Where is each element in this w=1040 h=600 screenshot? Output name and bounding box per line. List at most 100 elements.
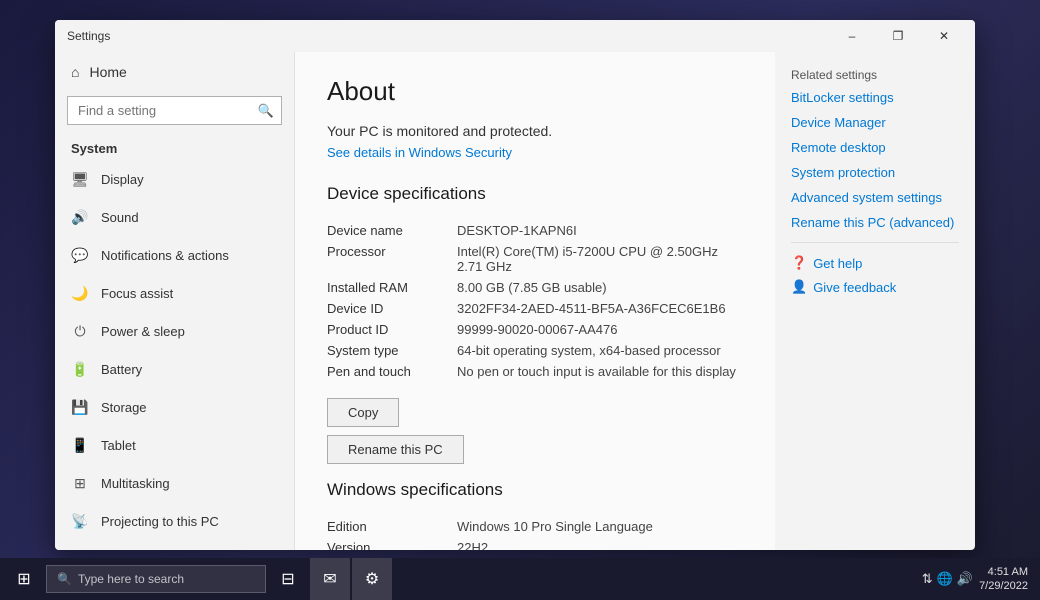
right-panel: Related settings BitLocker settings Devi… [775, 52, 975, 550]
related-settings-label: Related settings [791, 68, 959, 82]
sidebar-label-battery: Battery [101, 362, 142, 377]
storage-icon: 💾 [71, 398, 89, 416]
taskbar-time-display: 4:51 AM [979, 565, 1028, 579]
device-manager-link[interactable]: Device Manager [791, 115, 959, 130]
protection-status: Your PC is monitored and protected. [327, 123, 743, 139]
main-content: About Your PC is monitored and protected… [295, 52, 775, 550]
system-section-label: System [55, 133, 294, 160]
settings-window: Settings – ❐ ✕ ⌂ Home 🔍 System [55, 20, 975, 550]
task-view-button[interactable]: ⊟ [268, 558, 308, 600]
spec-row-processor: Processor Intel(R) Core(TM) i5-7200U CPU… [327, 241, 743, 277]
sidebar-item-tablet[interactable]: 📱 Tablet [55, 426, 294, 464]
sidebar-home-label: Home [89, 64, 126, 80]
taskbar: ⊞ 🔍 Type here to search ⊟ ✉ ⚙ ⇅ 🌐 🔊 4:51… [0, 558, 1040, 600]
sidebar-item-storage[interactable]: 💾 Storage [55, 388, 294, 426]
settings-taskbar-button[interactable]: ⚙ [352, 558, 392, 600]
power-icon: ⏻ [71, 322, 89, 340]
title-bar: Settings – ❐ ✕ [55, 20, 975, 52]
spec-value-device-id: 3202FF34-2AED-4511-BF5A-A36FCEC6E1B6 [457, 301, 726, 316]
sidebar-item-sound[interactable]: 🔊 Sound [55, 198, 294, 236]
taskbar-date-display: 7/29/2022 [979, 579, 1028, 593]
focus-icon: 🌙 [71, 284, 89, 302]
spec-row-device-name: Device name DESKTOP-1KAPN6I [327, 220, 743, 241]
spec-value-ram: 8.00 GB (7.85 GB usable) [457, 280, 607, 295]
sidebar-item-focus[interactable]: 🌙 Focus assist [55, 274, 294, 312]
taskbar-right: ⇅ 🌐 🔊 4:51 AM 7/29/2022 [922, 565, 1036, 594]
sidebar-item-multitasking[interactable]: ⊞ Multitasking [55, 464, 294, 502]
start-button[interactable]: ⊞ [4, 558, 44, 600]
spec-label-pen-touch: Pen and touch [327, 364, 457, 379]
spec-value-product-id: 99999-90020-00067-AA476 [457, 322, 617, 337]
rename-advanced-link[interactable]: Rename this PC (advanced) [791, 215, 959, 230]
device-specs-title: Device specifications [327, 184, 743, 204]
security-link[interactable]: See details in Windows Security [327, 145, 743, 160]
spec-label-device-id: Device ID [327, 301, 457, 316]
copy-button[interactable]: Copy [327, 398, 399, 427]
spec-value-pen-touch: No pen or touch input is available for t… [457, 364, 736, 379]
help-icon: ❓ [791, 255, 807, 271]
close-button[interactable]: ✕ [921, 20, 967, 52]
sidebar-item-notifications[interactable]: 💬 Notifications & actions [55, 236, 294, 274]
taskbar-clock[interactable]: 4:51 AM 7/29/2022 [979, 565, 1028, 594]
projecting-icon: 📡 [71, 512, 89, 530]
notifications-icon: 💬 [71, 246, 89, 264]
bitlocker-link[interactable]: BitLocker settings [791, 90, 959, 105]
sidebar-item-projecting[interactable]: 📡 Projecting to this PC [55, 502, 294, 540]
remote-desktop-link[interactable]: Remote desktop [791, 140, 959, 155]
spec-row-system-type: System type 64-bit operating system, x64… [327, 340, 743, 361]
system-protection-link[interactable]: System protection [791, 165, 959, 180]
spec-label-version: Version [327, 540, 457, 550]
sound-icon: 🔊 [71, 208, 89, 226]
mail-button[interactable]: ✉ [310, 558, 350, 600]
spec-label-ram: Installed RAM [327, 280, 457, 295]
right-divider [791, 242, 959, 243]
search-icon: 🔍 [258, 103, 274, 119]
give-feedback-action[interactable]: 👤 Give feedback [791, 279, 959, 295]
sidebar-item-display[interactable]: 🖥 Display [55, 160, 294, 198]
sidebar-label-focus: Focus assist [101, 286, 173, 301]
spec-value-processor: Intel(R) Core(TM) i5-7200U CPU @ 2.50GHz… [457, 244, 743, 274]
maximize-button[interactable]: ❐ [875, 20, 921, 52]
minimize-button[interactable]: – [829, 20, 875, 52]
taskbar-search-icon: 🔍 [57, 572, 72, 586]
sidebar: ⌂ Home 🔍 System 🖥 Display 🔊 Sound � [55, 52, 295, 550]
display-icon: 🖥 [71, 170, 89, 188]
taskbar-volume-icon: 🔊 [957, 571, 973, 587]
spec-value-version: 22H2 [457, 540, 488, 550]
get-help-action[interactable]: ❓ Get help [791, 255, 959, 271]
battery-icon: 🔋 [71, 360, 89, 378]
spec-label-device-name: Device name [327, 223, 457, 238]
spec-row-product-id: Product ID 99999-90020-00067-AA476 [327, 319, 743, 340]
sidebar-item-power[interactable]: ⏻ Power & sleep [55, 312, 294, 350]
device-specs-table: Device name DESKTOP-1KAPN6I Processor In… [327, 220, 743, 382]
window-controls: – ❐ ✕ [829, 20, 967, 52]
sidebar-label-multitasking: Multitasking [101, 476, 170, 491]
multitasking-icon: ⊞ [71, 474, 89, 492]
spec-label-processor: Processor [327, 244, 457, 274]
windows-specs-title: Windows specifications [327, 480, 743, 500]
page-title: About [327, 76, 743, 107]
sidebar-label-tablet: Tablet [101, 438, 136, 453]
window-title: Settings [67, 29, 110, 43]
sidebar-item-home[interactable]: ⌂ Home [55, 52, 294, 92]
sidebar-label-power: Power & sleep [101, 324, 185, 339]
spec-label-system-type: System type [327, 343, 457, 358]
search-input[interactable] [67, 96, 282, 125]
sidebar-label-storage: Storage [101, 400, 147, 415]
sidebar-search-container: 🔍 [67, 96, 282, 125]
taskbar-search[interactable]: 🔍 Type here to search [46, 565, 266, 593]
windows-specs-table: Edition Windows 10 Pro Single Language V… [327, 516, 743, 550]
sidebar-item-battery[interactable]: 🔋 Battery [55, 350, 294, 388]
advanced-system-link[interactable]: Advanced system settings [791, 190, 959, 205]
spec-row-device-id: Device ID 3202FF34-2AED-4511-BF5A-A36FCE… [327, 298, 743, 319]
spec-row-version: Version 22H2 [327, 537, 743, 550]
spec-value-system-type: 64-bit operating system, x64-based proce… [457, 343, 721, 358]
taskbar-arrows-icon: ⇅ [922, 571, 933, 587]
spec-row-edition: Edition Windows 10 Pro Single Language [327, 516, 743, 537]
spec-row-ram: Installed RAM 8.00 GB (7.85 GB usable) [327, 277, 743, 298]
sidebar-label-projecting: Projecting to this PC [101, 514, 219, 529]
spec-row-pen-touch: Pen and touch No pen or touch input is a… [327, 361, 743, 382]
desktop: Settings – ❐ ✕ ⌂ Home 🔍 System [0, 0, 1040, 600]
rename-pc-button[interactable]: Rename this PC [327, 435, 464, 464]
feedback-label: Give feedback [813, 280, 896, 295]
